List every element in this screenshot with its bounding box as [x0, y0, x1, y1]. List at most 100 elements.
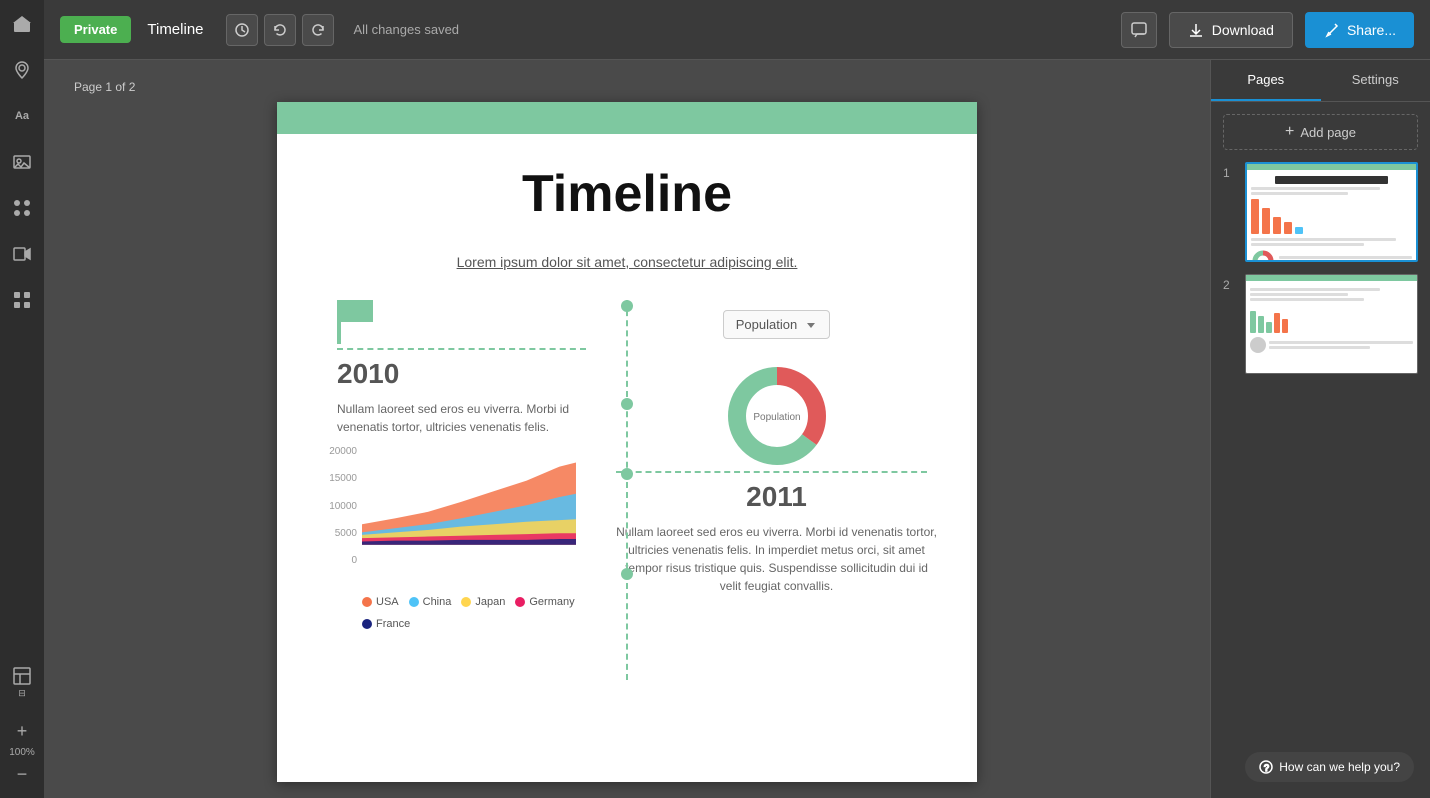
apps-icon[interactable]	[8, 286, 36, 314]
comment-button[interactable]	[1121, 12, 1157, 48]
private-button[interactable]: Private	[60, 16, 131, 43]
text-2011: Nullam laoreet sed eros eu viverra. Morb…	[616, 523, 937, 595]
thumb-title-1	[1275, 176, 1388, 184]
y-label-20000: 20000	[329, 446, 357, 457]
sidebar: Aa ⊟ + 100% −	[0, 0, 44, 798]
thumb-person-row	[1250, 337, 1413, 353]
tab-settings[interactable]: Settings	[1321, 60, 1430, 101]
document-page: Timeline Lorem ipsum dolor sit amet, con…	[277, 102, 977, 782]
layout-label: ⊟	[18, 688, 26, 699]
legend-label-japan: Japan	[475, 596, 505, 608]
right-panel: Pages Settings + Add page 1	[1210, 60, 1430, 798]
add-icon: +	[1285, 123, 1294, 141]
timeline-left-2010: 2010 Nullam laoreet sed eros eu viverra.…	[317, 300, 596, 680]
connector-2011	[616, 471, 937, 473]
text-icon[interactable]: Aa	[8, 102, 36, 130]
thumb-line-p2-2	[1250, 293, 1348, 296]
thumb-line-1	[1251, 187, 1380, 190]
undo-button[interactable]	[264, 14, 296, 46]
chart-legend: USA China Japan	[362, 596, 576, 630]
doc-header-bar	[277, 102, 977, 134]
image-icon[interactable]	[8, 148, 36, 176]
saved-status: All changes saved	[354, 22, 460, 37]
add-page-button[interactable]: + Add page	[1223, 114, 1418, 150]
thumb-chart-1	[1251, 199, 1412, 234]
download-button[interactable]: Download	[1169, 12, 1293, 48]
legend-label-germany: Germany	[529, 596, 574, 608]
thumb-chart-p2	[1250, 305, 1413, 333]
y-label-0: 0	[351, 555, 357, 566]
video-icon[interactable]	[8, 240, 36, 268]
thumb-line-2	[1251, 192, 1348, 195]
redo-button[interactable]	[302, 14, 334, 46]
legend-usa: USA	[362, 596, 399, 608]
document-title: Timeline	[147, 21, 203, 38]
text-2010: Nullam laoreet sed eros eu viverra. Morb…	[337, 400, 576, 436]
share-label: Share...	[1347, 22, 1396, 38]
legend-japan: Japan	[461, 596, 505, 608]
y-label-10000: 10000	[329, 501, 357, 512]
page-num-2: 2	[1223, 274, 1237, 292]
location-icon[interactable]	[8, 56, 36, 84]
thumb-content-2	[1246, 281, 1417, 356]
help-container: ? How can we help you?	[1211, 766, 1430, 798]
layout-button[interactable]: ⊟	[12, 666, 32, 699]
thumb-line-3	[1251, 238, 1396, 241]
legend-germany: Germany	[515, 596, 574, 608]
legend-china: China	[409, 596, 452, 608]
components-icon[interactable]	[8, 194, 36, 222]
area-chart-section: 20000 15000 10000 5000 0	[317, 446, 576, 630]
legend-dot-germany	[515, 597, 525, 607]
history-icon[interactable]	[226, 14, 258, 46]
page-label: Page 1 of 2	[74, 80, 135, 94]
tab-pages[interactable]: Pages	[1211, 60, 1321, 101]
y-label-15000: 15000	[329, 473, 357, 484]
content-area: Page 1 of 2 Timeline Lorem ipsum dolor s…	[44, 60, 1430, 798]
chart-y-labels: 20000 15000 10000 5000 0	[317, 446, 362, 566]
main-area: Private Timeline All changes saved Downl…	[44, 0, 1430, 798]
timeline-line	[626, 300, 628, 680]
home-icon[interactable]	[8, 10, 36, 38]
timeline-dot-2	[621, 398, 633, 410]
page-thumb-row-1: 1	[1223, 162, 1418, 262]
timeline-dot-1	[621, 300, 633, 312]
help-label: How can we help you?	[1279, 760, 1400, 774]
year-2011: 2011	[616, 481, 937, 513]
page-thumbnail-2[interactable]	[1245, 274, 1418, 374]
share-button[interactable]: Share...	[1305, 12, 1414, 48]
timeline-right-2011: Population	[596, 300, 937, 680]
panel-tabs: Pages Settings	[1211, 60, 1430, 102]
canvas-area[interactable]: Page 1 of 2 Timeline Lorem ipsum dolor s…	[44, 60, 1210, 798]
download-label: Download	[1212, 22, 1274, 38]
donut-chart-container: Population	[616, 361, 937, 471]
year-2010: 2010	[337, 358, 576, 390]
legend-label-france: France	[376, 618, 410, 630]
page-thumb-row-2: 2	[1223, 274, 1418, 374]
page-thumbnail-1[interactable]	[1245, 162, 1418, 262]
zoom-minus-icon[interactable]: −	[8, 760, 36, 788]
doc-subtitle: Lorem ipsum dolor sit amet, consectetur …	[317, 254, 937, 270]
flag-container	[337, 300, 576, 344]
pages-list: 1	[1211, 162, 1430, 374]
doc-content: Timeline Lorem ipsum dolor sit amet, con…	[277, 134, 977, 720]
thumb-line-4	[1251, 243, 1364, 246]
dropdown-label: Population	[736, 317, 797, 332]
legend-label-china: China	[423, 596, 452, 608]
legend-dot-usa	[362, 597, 372, 607]
topbar: Private Timeline All changes saved Downl…	[44, 0, 1430, 60]
zoom-plus-icon[interactable]: +	[8, 717, 36, 745]
help-button[interactable]: ? How can we help you?	[1245, 752, 1414, 782]
y-label-5000: 5000	[335, 528, 357, 539]
add-page-label: Add page	[1300, 125, 1356, 140]
thumb-line-p2-1	[1250, 288, 1380, 291]
legend-france: France	[362, 618, 410, 630]
connector-2010	[317, 348, 576, 350]
zoom-controls: + 100% −	[8, 717, 36, 788]
thumb-content-1	[1247, 170, 1416, 262]
area-chart-container: 20000 15000 10000 5000 0	[317, 446, 576, 586]
population-dropdown[interactable]: Population	[723, 310, 830, 339]
page-num-1: 1	[1223, 162, 1237, 180]
timeline-dot-3	[621, 468, 633, 480]
thumb-line-p2-3	[1250, 298, 1364, 301]
thumb-donut-row	[1251, 249, 1412, 262]
